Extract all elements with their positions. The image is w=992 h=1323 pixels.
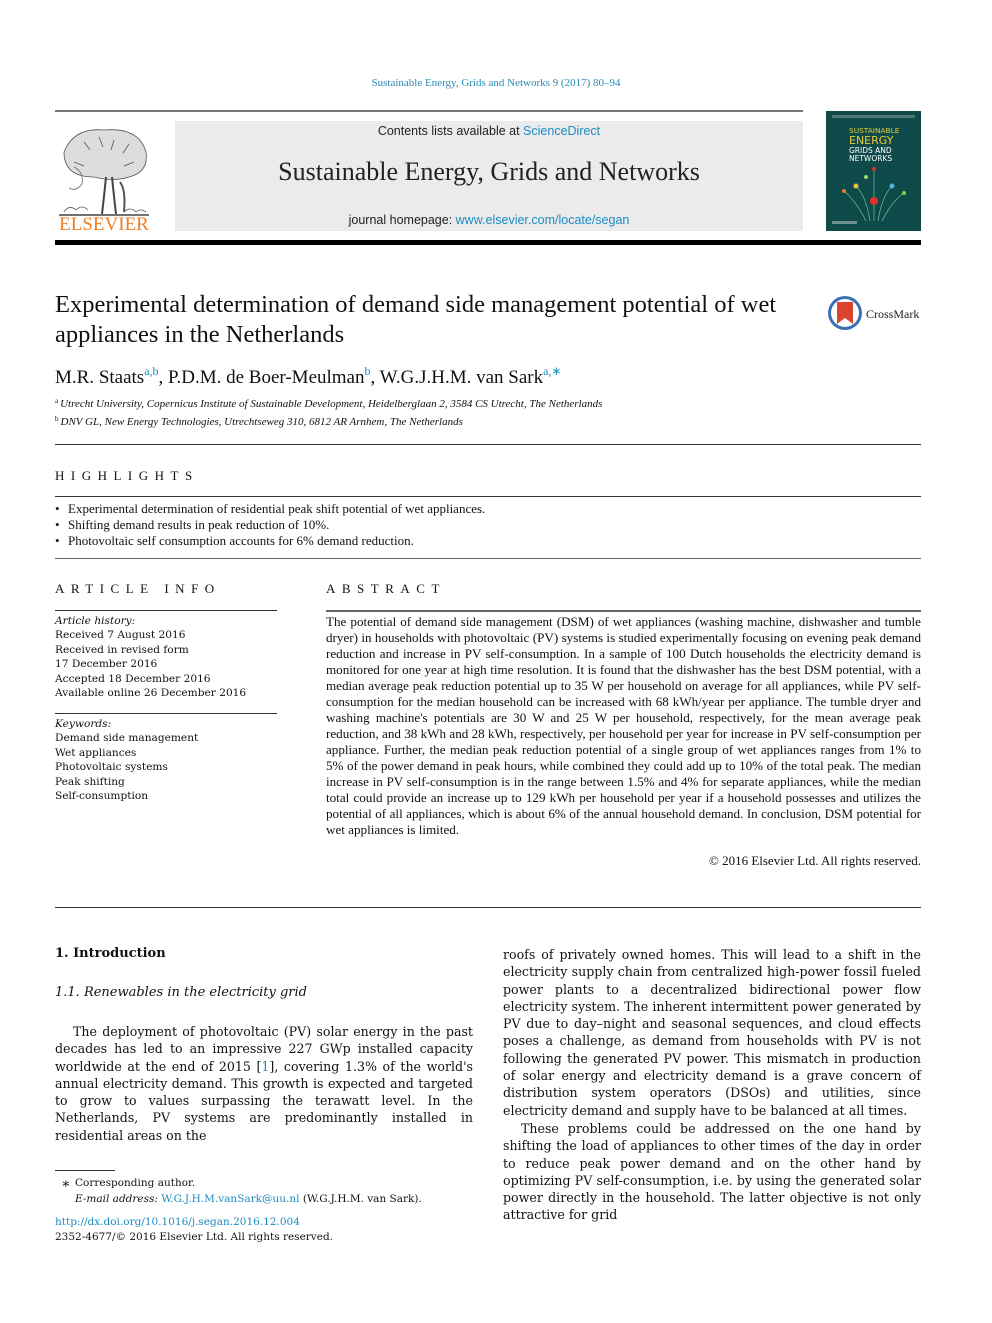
keyword: Self-consumption bbox=[55, 790, 149, 803]
elsevier-wordmark: ELSEVIER bbox=[59, 214, 149, 232]
keyword: Demand side management bbox=[55, 732, 199, 745]
history-entry: Available online 26 December 2016 bbox=[55, 687, 247, 700]
affiliation-b: b DNV GL, New Energy Technologies, Utrech… bbox=[55, 415, 463, 428]
header-thick-rule bbox=[55, 240, 921, 245]
journal-title: Sustainable Energy, Grids and Networks bbox=[278, 157, 700, 186]
corresponding-author-footnote: ∗ Corresponding author. E-mail address: W… bbox=[55, 1176, 422, 1207]
author-list: M.R. Staatsa,b, P.D.M. de Boer-Meulmanb,… bbox=[55, 364, 562, 389]
keywords-rule bbox=[55, 713, 277, 714]
journal-cover-image: SUSTAINABLE ENERGY GRIDS AND NETWORKS bbox=[826, 111, 921, 231]
author-name[interactable]: W.G.J.H.M. van Sark bbox=[380, 367, 543, 388]
homepage-line: journal homepage: www.elsevier.com/locat… bbox=[175, 213, 803, 227]
abstract-label: ABSTRACT bbox=[326, 581, 446, 596]
journal-citation[interactable]: Sustainable Energy, Grids and Networks 9… bbox=[0, 77, 992, 89]
highlights-bottom-rule bbox=[55, 558, 921, 559]
author-affiliation-marker[interactable]: a,∗ bbox=[543, 364, 561, 378]
author-separator: , bbox=[370, 367, 380, 388]
crossmark-icon: CrossMark bbox=[828, 296, 919, 330]
history-entry: 17 December 2016 bbox=[55, 658, 158, 671]
author-name[interactable]: P.D.M. de Boer-Meulman bbox=[168, 367, 364, 388]
highlight-item: Shifting demand results in peak reductio… bbox=[55, 517, 921, 533]
front-matter-rule bbox=[55, 907, 921, 908]
article-history: Article history: Received 7 August 2016 … bbox=[55, 614, 277, 700]
author-separator: , bbox=[158, 367, 169, 388]
section-heading-introduction: 1. Introduction bbox=[55, 946, 166, 961]
article-info-rule bbox=[55, 610, 277, 611]
email-label: E-mail address: bbox=[75, 1193, 162, 1205]
email-link[interactable]: W.G.J.H.M.vanSark@uu.nl bbox=[161, 1193, 299, 1205]
highlights-label: HIGHLIGHTS bbox=[55, 468, 199, 483]
keyword: Wet appliances bbox=[55, 746, 137, 759]
affiliation-a: a Utrecht University, Copernicus Institut… bbox=[55, 397, 602, 410]
author-affiliation-marker[interactable]: a,b bbox=[144, 364, 158, 378]
author-name[interactable]: M.R. Staats bbox=[55, 367, 144, 388]
affiliation-text: Utrecht University, Copernicus Institute… bbox=[60, 398, 603, 410]
email-suffix: (W.G.J.H.M. van Sark). bbox=[299, 1193, 422, 1205]
highlights-top-rule bbox=[55, 496, 921, 497]
article-info-label: ARTICLE INFO bbox=[55, 581, 221, 596]
journal-cover[interactable]: SUSTAINABLE ENERGY GRIDS AND NETWORKS bbox=[826, 111, 921, 231]
corresponding-label: Corresponding author. bbox=[75, 1177, 196, 1189]
intro-paragraph-left: The deployment of photovoltaic (PV) sola… bbox=[55, 1023, 473, 1144]
history-entry: Received in revised form bbox=[55, 643, 189, 656]
highlights-list: Experimental determination of residentia… bbox=[55, 501, 921, 549]
homepage-prefix: journal homepage: bbox=[348, 213, 456, 227]
sciencedirect-link[interactable]: ScienceDirect bbox=[523, 124, 600, 138]
header-rule bbox=[55, 110, 803, 112]
journal-banner: Contents lists available at ScienceDirec… bbox=[175, 121, 803, 231]
crossmark-label: CrossMark bbox=[866, 307, 919, 321]
affiliation-key: b bbox=[55, 415, 59, 423]
contents-line: Contents lists available at ScienceDirec… bbox=[175, 124, 803, 138]
elsevier-tree-icon: ELSEVIER bbox=[59, 129, 149, 235]
elsevier-logo[interactable]: ELSEVIER bbox=[54, 122, 154, 235]
doi-block: http://dx.doi.org/10.1016/j.segan.2016.1… bbox=[55, 1215, 333, 1245]
doi-link[interactable]: http://dx.doi.org/10.1016/j.segan.2016.1… bbox=[55, 1216, 300, 1228]
keyword: Photovoltaic systems bbox=[55, 761, 168, 774]
affiliations-rule bbox=[55, 444, 921, 445]
abstract-rule bbox=[326, 610, 921, 612]
history-entry: Accepted 18 December 2016 bbox=[55, 672, 211, 685]
keyword: Peak shifting bbox=[55, 775, 125, 788]
journal-homepage-link[interactable]: www.elsevier.com/locate/segan bbox=[456, 213, 630, 227]
cover-line-4: NETWORKS bbox=[849, 154, 892, 163]
highlight-item: Experimental determination of residentia… bbox=[55, 501, 921, 517]
abstract-text: The potential of demand side management … bbox=[326, 614, 921, 837]
highlight-item: Photovoltaic self consumption accounts f… bbox=[55, 533, 921, 549]
keywords: Keywords: Demand side management Wet app… bbox=[55, 717, 277, 803]
article-title: Experimental determination of demand sid… bbox=[55, 291, 777, 348]
footnote-rule bbox=[55, 1170, 115, 1171]
subsection-heading-renewables: 1.1. Renewables in the electricity grid bbox=[55, 985, 308, 1000]
affiliation-key: a bbox=[55, 397, 59, 405]
affiliation-text: DNV GL, New Energy Technologies, Utrecht… bbox=[60, 416, 463, 428]
intro-paragraph-right-1: roofs of privately owned homes. This wil… bbox=[503, 947, 921, 1118]
keywords-heading: Keywords: bbox=[55, 718, 112, 730]
history-entry: Received 7 August 2016 bbox=[55, 629, 186, 642]
intro-paragraph-right-2: These problems could be addressed on the… bbox=[503, 1121, 921, 1223]
footnote-star: ∗ bbox=[61, 1176, 71, 1192]
abstract-copyright: © 2016 Elsevier Ltd. All rights reserved… bbox=[708, 853, 921, 868]
crossmark-button[interactable]: CrossMark bbox=[826, 294, 926, 334]
issn-copyright: 2352-4677/© 2016 Elsevier Ltd. All right… bbox=[55, 1231, 334, 1243]
article-history-heading: Article history: bbox=[55, 615, 136, 627]
contents-prefix: Contents lists available at bbox=[377, 124, 524, 138]
